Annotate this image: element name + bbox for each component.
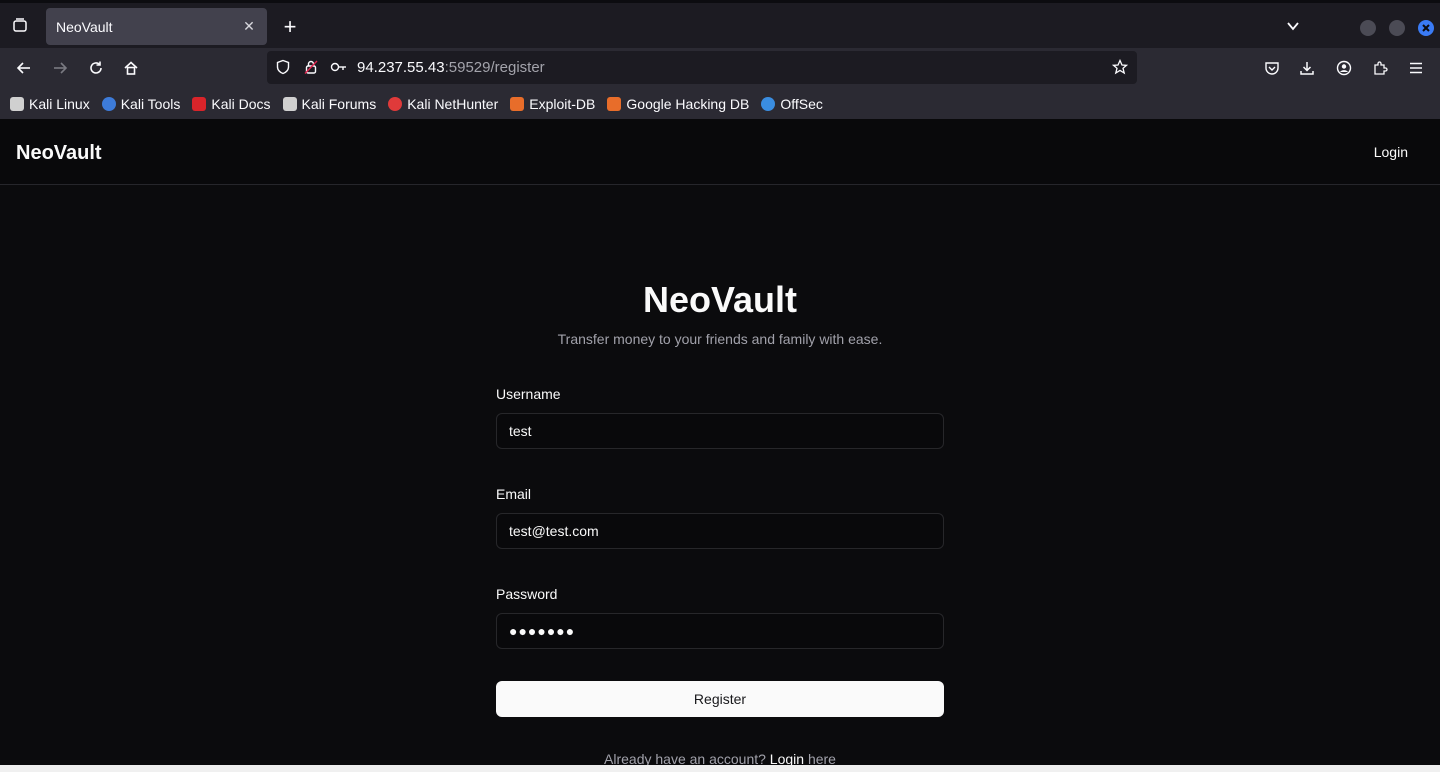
page-title: NeoVault — [642, 279, 798, 320]
kali-nethunter-icon — [388, 96, 403, 111]
bookmark-exploit-db[interactable]: Exploit-DB — [510, 96, 595, 112]
register-button[interactable]: Register — [496, 681, 944, 717]
chevron-down-icon[interactable] — [1282, 15, 1304, 37]
password-input[interactable] — [496, 613, 944, 649]
browser-tab-bar: NeoVault ✕ + — [0, 0, 1440, 48]
bookmark-label: OffSec — [780, 95, 823, 112]
username-input[interactable] — [496, 413, 944, 449]
header-login-link[interactable]: Login — [1374, 144, 1408, 160]
reload-icon[interactable] — [84, 56, 108, 80]
pocket-icon[interactable] — [1260, 56, 1284, 80]
bookmark-kali-forums[interactable]: Kali Forums — [282, 95, 377, 112]
tab-list-icon[interactable] — [8, 13, 32, 37]
bookmarks-toolbar: Kali Linux Kali Tools Kali Docs Kali For… — [0, 88, 1440, 119]
extensions-icon[interactable] — [1368, 56, 1392, 80]
bookmark-kali-docs[interactable]: Kali Docs — [192, 95, 271, 112]
tab-title: NeoVault — [56, 18, 113, 35]
password-label: Password — [496, 586, 558, 602]
bookmark-offsec[interactable]: OffSec — [761, 96, 823, 112]
minimize-window-button[interactable] — [1360, 20, 1376, 36]
address-bar[interactable]: 94.237.55.43:59529/register — [267, 51, 1137, 84]
bookmark-label: Exploit-DB — [529, 95, 596, 112]
exploit-db-icon — [510, 96, 525, 111]
forward-arrow-icon[interactable] — [48, 56, 72, 80]
bookmark-kali-tools[interactable]: Kali Tools — [101, 95, 181, 112]
new-tab-button[interactable]: + — [278, 14, 302, 39]
offsec-icon — [761, 96, 776, 111]
kali-dragon-icon — [10, 96, 24, 111]
bookmark-kali-nethunter[interactable]: Kali NetHunter — [388, 96, 498, 112]
bookmark-label: Kali Forums — [301, 95, 377, 112]
kali-docs-icon — [192, 96, 207, 111]
account-icon[interactable] — [1332, 56, 1356, 80]
insecure-lock-icon[interactable] — [303, 59, 319, 80]
shield-icon[interactable] — [275, 59, 291, 80]
bookmark-label: Kali NetHunter — [407, 95, 499, 112]
download-icon[interactable] — [1295, 56, 1319, 80]
username-label: Username — [496, 386, 561, 402]
bookmark-google-hacking-db[interactable]: Google Hacking DB — [607, 96, 749, 112]
kali-forums-icon — [282, 96, 297, 111]
url-text[interactable]: 94.237.55.43:59529/register — [357, 59, 545, 76]
url-host: 94.237.55.43 — [357, 59, 445, 76]
email-label: Email — [496, 486, 532, 502]
bookmark-star-icon[interactable] — [1111, 58, 1129, 80]
page-content: NeoVault Login NeoVault Transfer money t… — [0, 119, 1440, 767]
browser-tab[interactable]: NeoVault ✕ — [46, 8, 267, 45]
browser-nav-bar: 94.237.55.43:59529/register — [0, 48, 1440, 88]
site-header: NeoVault Login — [0, 119, 1440, 185]
os-taskbar — [0, 765, 1440, 772]
email-input[interactable] — [496, 513, 944, 549]
kali-tools-icon — [101, 96, 116, 111]
ghdb-icon — [607, 96, 622, 111]
bookmark-label: Google Hacking DB — [626, 95, 750, 112]
back-arrow-icon[interactable] — [12, 56, 36, 80]
site-brand[interactable]: NeoVault — [16, 142, 102, 165]
maximize-window-button[interactable] — [1389, 20, 1405, 36]
close-window-button[interactable] — [1418, 20, 1434, 36]
key-icon[interactable] — [330, 59, 348, 80]
bookmark-kali-linux[interactable]: Kali Linux — [10, 96, 90, 112]
page-subtitle: Transfer money to your friends and famil… — [557, 331, 883, 347]
tab-close-icon[interactable]: ✕ — [241, 18, 257, 35]
bookmark-label: Kali Tools — [120, 95, 181, 112]
menu-hamburger-icon[interactable] — [1404, 56, 1428, 80]
url-path: :59529/register — [444, 59, 545, 76]
bookmark-label: Kali Linux — [29, 95, 90, 112]
bookmark-label: Kali Docs — [211, 95, 271, 112]
home-icon[interactable] — [119, 56, 143, 80]
